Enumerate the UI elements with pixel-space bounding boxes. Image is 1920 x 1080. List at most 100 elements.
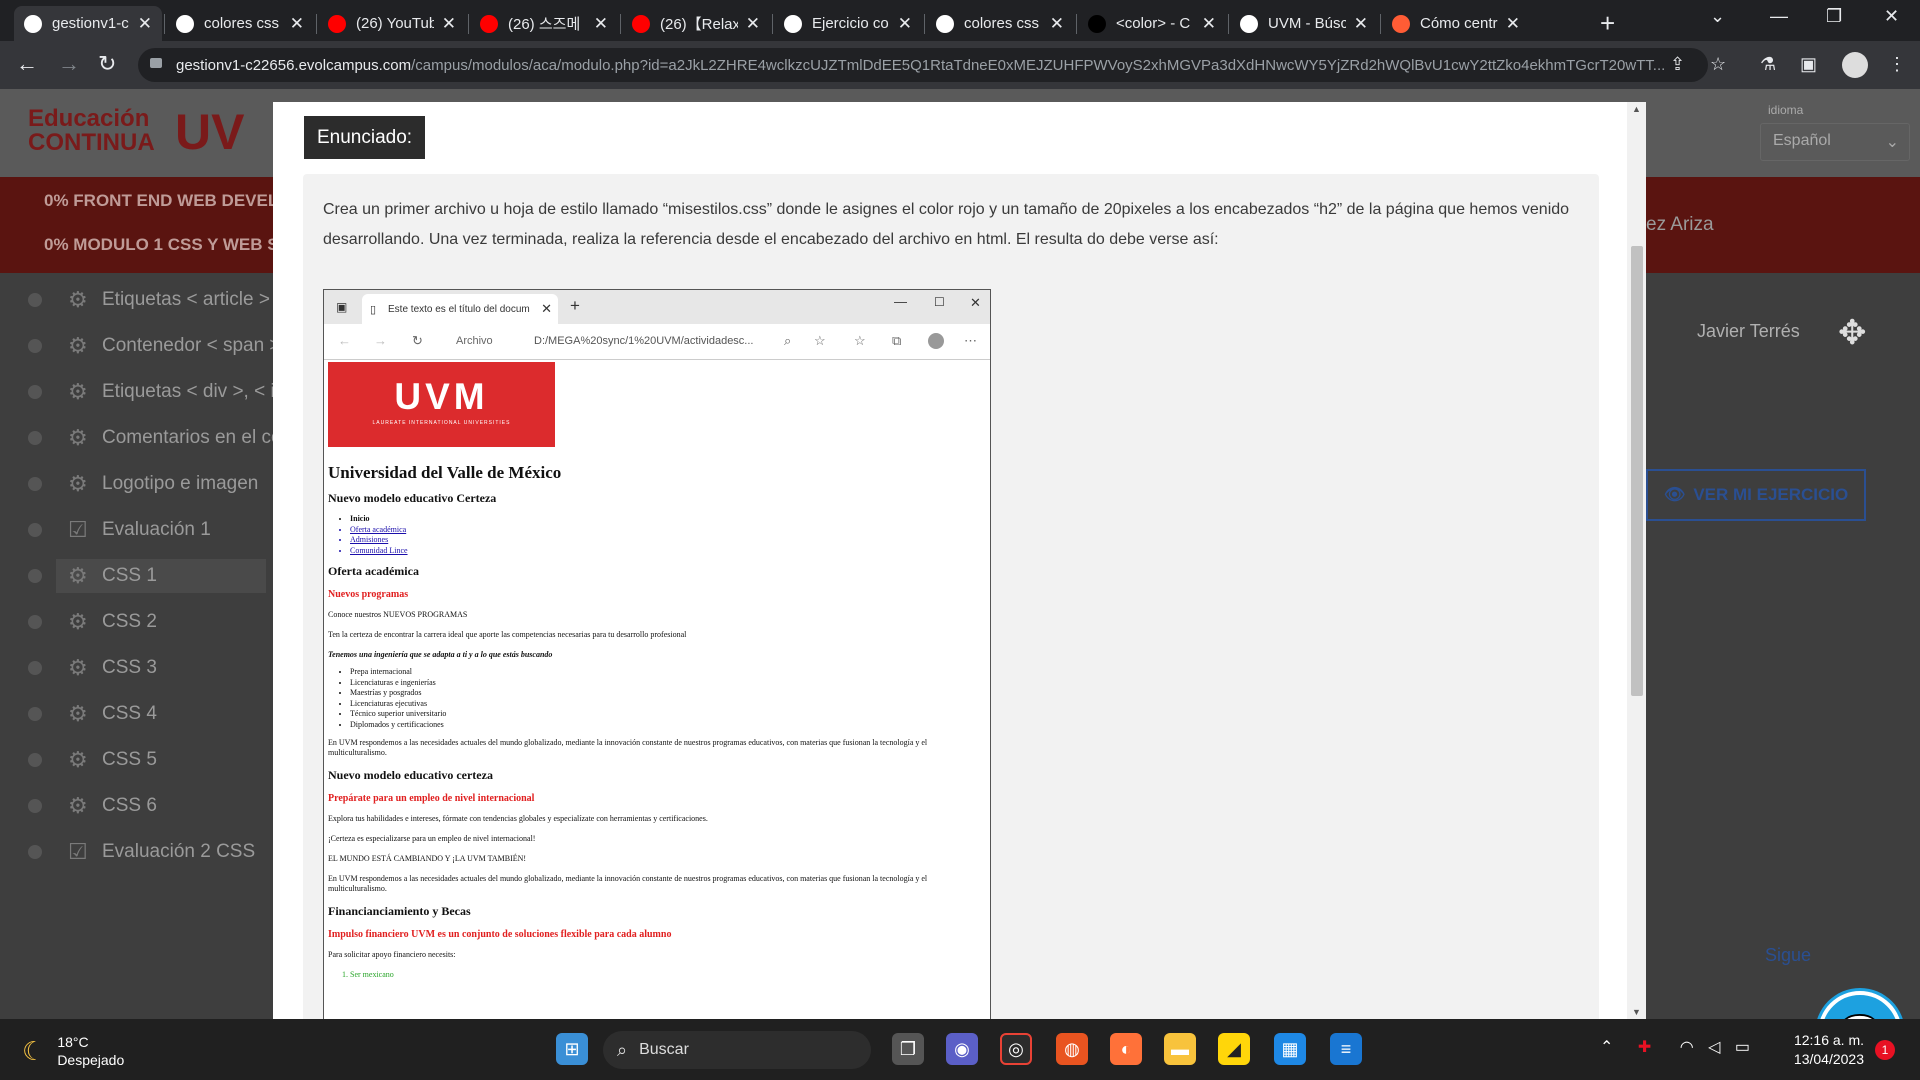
sidebar-item[interactable]: ⚙ CSS 6 xyxy=(68,795,157,817)
tab-close-icon[interactable]: ✕ xyxy=(1354,14,1368,34)
tray-app-icon[interactable]: ✚ xyxy=(1638,1039,1651,1056)
notepad-icon[interactable]: ≡ xyxy=(1330,1033,1362,1065)
battery-icon[interactable]: ▭ xyxy=(1735,1039,1750,1056)
tab-close-icon[interactable]: ✕ xyxy=(594,14,608,34)
progress-dot xyxy=(28,477,42,491)
move-icon[interactable]: ✥ xyxy=(1838,313,1867,353)
tab-close-icon[interactable]: ✕ xyxy=(1050,14,1064,34)
browser-tab[interactable]: colores css ✕ xyxy=(926,6,1074,41)
close-window-icon[interactable]: ✕ xyxy=(1884,6,1899,27)
uvm-logo: UVM LAUREATE INTERNATIONAL UNIVERSITIES xyxy=(328,362,555,447)
tab-close-icon[interactable]: ✕ xyxy=(442,14,456,34)
browser-tab[interactable]: Cómo centr ✕ xyxy=(1382,6,1530,41)
example-tab-title: Este texto es el título del docum xyxy=(388,303,530,315)
task-view-icon[interactable]: ❐ xyxy=(892,1033,924,1065)
sidebar-item[interactable]: ⚙ CSS 3 xyxy=(68,657,157,679)
profile-avatar[interactable] xyxy=(1842,52,1868,78)
tab-close-icon[interactable]: ✕ xyxy=(1506,14,1520,34)
wifi-icon[interactable]: ◠ xyxy=(1680,1039,1694,1056)
gear-icon: ⚙ xyxy=(68,747,88,772)
volume-icon[interactable]: ◁ xyxy=(1708,1039,1720,1056)
gear-icon: ⚙ xyxy=(68,471,88,496)
restore-icon[interactable]: ❐ xyxy=(1826,6,1842,27)
browser-tab-title: <color> - C xyxy=(1116,15,1191,32)
tab-search-icon[interactable]: ⌄ xyxy=(1710,6,1725,27)
tab-close-icon[interactable]: ✕ xyxy=(1202,14,1216,34)
notification-badge[interactable]: 1 xyxy=(1875,1040,1895,1060)
modal-scrollbar[interactable]: ▲ ▼ xyxy=(1627,102,1646,1019)
example-h2-fin: Financianciamiento y Becas xyxy=(328,904,471,918)
scrollbar-thumb[interactable] xyxy=(1631,246,1643,696)
sticky-notes-icon[interactable]: ◢ xyxy=(1218,1033,1250,1065)
taskbar-search[interactable]: ⌕ Buscar xyxy=(603,1031,871,1069)
labs-flask-icon[interactable]: ⚗ xyxy=(1760,54,1776,75)
back-icon[interactable]: ← xyxy=(16,51,38,77)
browser-tab-title: Ejercicio co xyxy=(812,15,889,32)
example-reload-icon: ↻ xyxy=(412,333,423,348)
browser-tab-title: colores css xyxy=(204,15,280,32)
browser-tab[interactable]: (26) YouTub ✕ xyxy=(318,6,466,41)
windows-start-icon[interactable]: ⊞ xyxy=(556,1033,588,1065)
sidebar-item[interactable]: ⚙ CSS 1 xyxy=(56,559,266,593)
browser-tab[interactable]: (26)【Relaxi ✕ xyxy=(622,6,770,41)
bookmark-star-icon[interactable]: ☆ xyxy=(1710,54,1726,75)
reload-icon[interactable]: ↻ xyxy=(98,51,116,77)
browser-tab[interactable]: colores css ✕ xyxy=(166,6,314,41)
sidebar-item[interactable]: ⚙ Etiquetas < article > y xyxy=(68,289,285,311)
windows-taskbar: ☾ 18°C Despejado ⊞ ⌕ Buscar ❐ ◉ ◎ ◍ ◐ ▬ ◢… xyxy=(0,1019,1920,1080)
calendar-icon[interactable]: ▦ xyxy=(1274,1033,1306,1065)
weather-widget[interactable]: ☾ 18°C Despejado xyxy=(22,1033,124,1069)
progress-dot xyxy=(28,799,42,813)
example-h1: Universidad del Valle de México xyxy=(328,463,562,482)
scroll-up-icon[interactable]: ▲ xyxy=(1632,104,1641,114)
sidebar-item[interactable]: ⚙ Etiquetas < div >, < i > xyxy=(68,381,291,403)
lock-icon[interactable] xyxy=(150,58,162,68)
tab-close-icon[interactable]: ✕ xyxy=(898,14,912,34)
minimize-icon[interactable]: — xyxy=(1770,6,1788,27)
browser-tab[interactable]: Ejercicio co ✕ xyxy=(774,6,922,41)
program-progress-2[interactable]: 0% MODULO 1 CSS Y WEB S xyxy=(44,235,279,255)
firefox-icon[interactable]: ◐ xyxy=(1110,1033,1142,1065)
sidebar-item[interactable]: ☑ Evaluación 2 CSS xyxy=(68,841,255,863)
gear-icon: ⚙ xyxy=(68,793,88,818)
example-page-body: UVM LAUREATE INTERNATIONAL UNIVERSITIES … xyxy=(328,362,988,979)
browser-tab[interactable]: <color> - C ✕ xyxy=(1078,6,1226,41)
sidebar-item[interactable]: ⚙ CSS 5 xyxy=(68,749,157,771)
example-tab: ▯ Este texto es el título del docum ✕ xyxy=(362,294,558,324)
share-icon[interactable]: ⇪ xyxy=(1670,54,1685,75)
sidebar-item[interactable]: ⚙ Logotipo e imagen xyxy=(68,473,258,495)
sidebar-item[interactable]: ☑ Evaluación 1 xyxy=(68,519,211,541)
chevron-up-icon[interactable]: ⌃ xyxy=(1600,1039,1613,1056)
teams-chat-icon[interactable]: ◉ xyxy=(946,1033,978,1065)
scroll-down-icon[interactable]: ▼ xyxy=(1632,1007,1641,1017)
logo-line-1: Educación xyxy=(28,105,150,132)
language-select[interactable]: Español ⌄ xyxy=(1760,123,1910,161)
browser-tab[interactable]: UVM - Búsc ✕ xyxy=(1230,6,1378,41)
ver-mi-ejercicio-button[interactable]: 👁 VER MI EJERCICIO xyxy=(1646,469,1866,521)
next-link[interactable]: Sigue xyxy=(1765,945,1811,966)
system-tray[interactable]: ⌃ ✚ ◠ ◁ ▭ xyxy=(1600,1037,1750,1057)
forward-icon[interactable]: → xyxy=(58,51,80,77)
file-explorer-icon[interactable]: ▬ xyxy=(1164,1033,1196,1065)
new-tab-button[interactable]: + xyxy=(1600,8,1615,39)
sidebar-item[interactable]: ⚙ Comentarios en el có xyxy=(68,427,282,449)
chrome-dev-icon[interactable]: ◎ xyxy=(1000,1033,1032,1065)
example-requirements-list: Ser mexicano xyxy=(350,970,988,979)
side-panel-icon[interactable]: ▣ xyxy=(1800,54,1817,75)
ubuntu-icon[interactable]: ◍ xyxy=(1056,1033,1088,1065)
browser-tab-title: UVM - Búsc xyxy=(1268,15,1346,32)
address-bar[interactable]: gestionv1-c22656.evolcampus.com/campus/m… xyxy=(138,48,1708,82)
menu-kebab-icon[interactable]: ⋮ xyxy=(1888,54,1906,75)
tab-close-icon[interactable]: ✕ xyxy=(138,14,152,34)
tab-close-icon[interactable]: ✕ xyxy=(290,14,304,34)
language-label: idioma xyxy=(1768,103,1804,117)
sidebar-item[interactable]: ⚙ CSS 2 xyxy=(68,611,157,633)
taskbar-clock[interactable]: 12:16 a. m. 13/04/2023 xyxy=(1780,1031,1864,1069)
browser-tab[interactable]: gestionv1-c ✕ xyxy=(14,6,162,41)
sidebar-item[interactable]: ⚙ Contenedor < span > y xyxy=(68,335,295,357)
tab-close-icon[interactable]: ✕ xyxy=(746,14,760,34)
chat-widget-button[interactable]: 💬 xyxy=(1818,991,1902,1019)
browser-tab[interactable]: (26) 스즈메 ✕ xyxy=(470,6,618,41)
sidebar-item[interactable]: ⚙ CSS 4 xyxy=(68,703,157,725)
user-name[interactable]: Javier Terrés xyxy=(1697,321,1800,342)
